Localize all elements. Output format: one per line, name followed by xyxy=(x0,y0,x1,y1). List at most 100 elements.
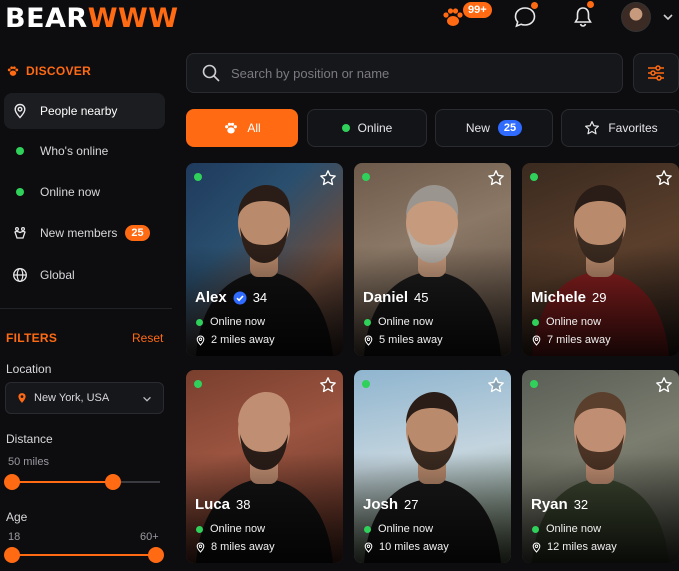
profile-status: Online now xyxy=(532,523,601,535)
notifications-button[interactable] xyxy=(570,1,596,30)
distance-slider-handle[interactable] xyxy=(104,474,121,490)
search-bar[interactable] xyxy=(186,53,623,93)
profile-status-text: Online now xyxy=(546,523,602,535)
age-slider-min-handle[interactable] xyxy=(4,547,20,563)
globe-icon xyxy=(12,267,28,283)
profile-distance: 2 miles away xyxy=(195,334,275,346)
tab-label: New xyxy=(465,121,490,135)
location-pin-icon xyxy=(364,542,373,553)
favorite-star-icon[interactable] xyxy=(487,169,505,187)
tab-favorites[interactable]: Favorites xyxy=(561,109,679,147)
online-dot-icon xyxy=(532,525,539,533)
filter-settings-button[interactable] xyxy=(633,53,679,93)
profile-age: 29 xyxy=(592,290,607,305)
online-indicator-dot xyxy=(530,173,538,181)
sidebar-item-whos-online[interactable]: Who's online xyxy=(4,133,165,169)
distance-slider[interactable] xyxy=(4,474,160,490)
online-dot-icon xyxy=(196,525,203,533)
brand-logo[interactable]: BEARWWW xyxy=(5,3,179,34)
age-label: Age xyxy=(6,510,28,524)
paw-icon xyxy=(225,122,238,134)
profile-name-row: Michele 29 xyxy=(531,289,607,306)
paw-icon xyxy=(7,66,19,76)
logo-text-bear: BEAR xyxy=(5,3,88,34)
profile-age: 27 xyxy=(404,497,419,512)
sidebar-item-new-members[interactable]: New members 25 xyxy=(4,215,165,251)
online-dot-icon xyxy=(364,525,371,533)
online-indicator-dot xyxy=(530,380,538,388)
sidebar-item-label: New members xyxy=(40,226,118,240)
profile-status-text: Online now xyxy=(378,523,434,535)
age-max-value: 60+ xyxy=(140,531,159,543)
chevron-down-icon xyxy=(143,396,151,402)
new-members-badge: 25 xyxy=(125,225,150,241)
notifications-unread-dot xyxy=(587,1,594,8)
tab-new[interactable]: New 25 xyxy=(435,109,553,147)
profile-age: 34 xyxy=(252,290,268,305)
sidebar-item-people-nearby[interactable]: People nearby xyxy=(4,93,165,129)
sidebar-item-global[interactable]: Global xyxy=(4,257,165,293)
profile-distance-text: 12 miles away xyxy=(547,541,617,553)
tab-label: Online xyxy=(357,121,393,135)
distance-slider-min-handle[interactable] xyxy=(4,474,20,490)
user-avatar[interactable] xyxy=(621,2,651,32)
profile-name-row: Ryan 32 xyxy=(531,496,588,513)
distance-value: 50 miles xyxy=(8,456,49,468)
profile-card[interactable]: Ryan 32 Online now 12 miles away xyxy=(522,370,679,563)
profile-name: Josh xyxy=(363,496,399,513)
location-pin-icon xyxy=(18,393,26,403)
age-slider-max-handle[interactable] xyxy=(148,547,164,563)
profile-distance: 10 miles away xyxy=(363,541,449,553)
age-range-slider[interactable] xyxy=(4,547,164,563)
profile-card[interactable]: Alex 34 Online now 2 miles away xyxy=(186,163,343,356)
profile-name: Michele xyxy=(531,289,587,306)
age-slider-fill xyxy=(12,554,156,556)
online-dot-icon xyxy=(341,124,350,132)
favorite-star-icon[interactable] xyxy=(319,169,337,187)
profile-status: Online now xyxy=(196,316,265,328)
profile-status: Online now xyxy=(364,523,433,535)
profile-card[interactable]: Michele 29 Online now 7 miles away xyxy=(522,163,679,356)
profile-card[interactable]: Luca 38 Online now 8 miles away xyxy=(186,370,343,563)
favorite-star-icon[interactable] xyxy=(655,376,673,394)
location-select[interactable]: New York, USA xyxy=(5,382,164,414)
chevron-down-icon[interactable] xyxy=(661,10,675,24)
profile-name: Daniel xyxy=(363,289,409,306)
bear-paw-outline-icon xyxy=(12,225,28,241)
sidebar-item-label: Who's online xyxy=(40,144,109,158)
profile-age: 32 xyxy=(573,497,589,512)
profile-card[interactable]: Daniel 45 Online now 5 miles away xyxy=(354,163,511,356)
star-icon xyxy=(585,121,600,135)
age-min-value: 18 xyxy=(8,531,21,543)
online-indicator-dot xyxy=(362,173,370,181)
bell-icon xyxy=(574,7,592,27)
profile-name: Alex xyxy=(195,289,227,306)
profile-status-text: Online now xyxy=(210,316,266,328)
favorite-star-icon[interactable] xyxy=(655,169,673,187)
sidebar-item-label: People nearby xyxy=(40,104,118,118)
profile-card[interactable]: Josh 27 Online now 10 miles away xyxy=(354,370,511,563)
tab-online[interactable]: Online xyxy=(307,109,427,147)
top-header: BEARWWW 99+ xyxy=(0,0,679,40)
sidebar-item-label: Global xyxy=(40,268,75,282)
online-dot-icon xyxy=(196,318,203,326)
profile-status: Online now xyxy=(196,523,265,535)
sidebar-item-online-now[interactable]: Online now xyxy=(4,174,165,210)
favorite-star-icon[interactable] xyxy=(487,376,505,394)
tab-all[interactable]: All xyxy=(186,109,298,147)
profile-distance-text: 2 miles away xyxy=(211,334,275,346)
filters-heading: FILTERS xyxy=(6,331,58,345)
profile-name-row: Daniel 45 xyxy=(363,289,428,306)
online-indicator-dot xyxy=(194,173,202,181)
favorite-star-icon[interactable] xyxy=(319,376,337,394)
profile-name-row: Luca 38 xyxy=(195,496,250,513)
reset-filters-link[interactable]: Reset xyxy=(132,331,163,345)
distance-label: Distance xyxy=(6,432,53,446)
search-input[interactable] xyxy=(231,65,611,81)
discover-title: DISCOVER xyxy=(26,64,92,78)
location-pin-icon xyxy=(364,335,373,346)
profile-status-text: Online now xyxy=(378,316,434,328)
messages-button[interactable] xyxy=(512,2,538,30)
location-pin-icon xyxy=(12,103,28,119)
location-pin-icon xyxy=(196,335,205,346)
